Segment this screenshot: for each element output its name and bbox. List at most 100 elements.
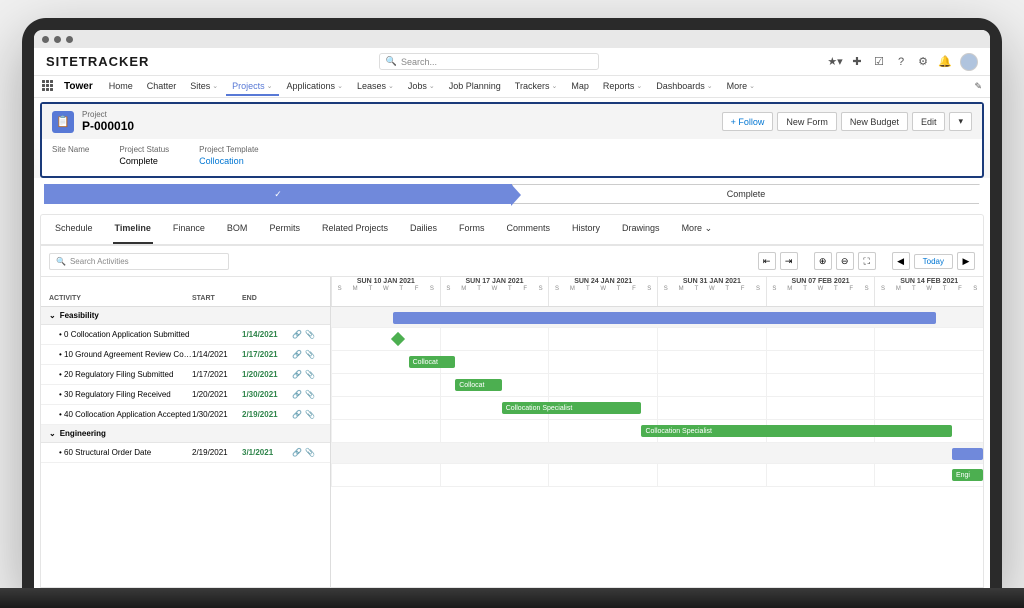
milestone-diamond[interactable] [391,332,405,346]
nav-item-chatter[interactable]: Chatter [141,78,183,96]
zoom-in-icon[interactable]: ⊕ [814,252,832,270]
activity-row[interactable]: • 0 Collocation Application Submitted1/1… [41,325,330,345]
fullscreen-icon[interactable]: ⛶ [858,252,876,270]
max-dot[interactable] [66,36,73,43]
attach-icon[interactable]: 📎 [305,330,315,339]
nav-item-projects[interactable]: Projects⌄ [226,78,278,96]
prev-icon[interactable]: ◀ [892,252,910,270]
activity-row[interactable]: • 10 Ground Agreement Review Complet1/14… [41,345,330,365]
task-icon[interactable]: ☑ [872,55,886,69]
tab-timeline[interactable]: Timeline [113,215,153,244]
link-icon[interactable]: 🔗 [292,350,302,359]
link-icon[interactable]: 🔗 [292,410,302,419]
attach-icon[interactable]: 📎 [305,370,315,379]
nav-item-home[interactable]: Home [103,78,139,96]
attach-icon[interactable]: 📎 [305,410,315,419]
min-dot[interactable] [54,36,61,43]
attach-icon[interactable]: 📎 [305,350,315,359]
tab-forms[interactable]: Forms [457,215,487,244]
stage-done[interactable]: ✓ [44,184,512,204]
nav-item-jobs[interactable]: Jobs⌄ [402,78,441,96]
stage-current[interactable]: Complete [512,184,980,204]
search-icon: 🔍 [56,257,66,266]
collapse-icon[interactable]: ⇤ [758,252,776,270]
help-icon[interactable]: ? [894,55,908,69]
add-icon[interactable]: ✚ [850,55,864,69]
nav-item-leases[interactable]: Leases⌄ [351,78,400,96]
nav-item-more[interactable]: More⌄ [721,78,761,96]
gantt-bar[interactable]: Collocation Specialist [502,402,642,414]
nav-item-trackers[interactable]: Trackers⌄ [509,78,564,96]
tab-comments[interactable]: Comments [505,215,553,244]
notification-icon[interactable]: 🔔 [938,55,952,69]
edit-button[interactable]: Edit [912,112,946,131]
col-start: START [192,295,242,302]
attach-icon[interactable]: 📎 [305,448,315,457]
tab-permits[interactable]: Permits [267,215,302,244]
user-avatar[interactable] [960,53,978,71]
new-budget-button[interactable]: New Budget [841,112,908,131]
gantt-bar[interactable] [952,448,983,460]
more-actions-button[interactable]: ▾ [949,112,972,131]
expand-icon[interactable]: ⇥ [780,252,798,270]
top-bar: SITETRACKER 🔍 Search... ★▾ ✚ ☑ ? ⚙ 🔔 [34,48,990,76]
close-dot[interactable] [42,36,49,43]
tab-finance[interactable]: Finance [171,215,207,244]
gantt-bar[interactable]: Engi [952,469,983,481]
tab-drawings[interactable]: Drawings [620,215,662,244]
activity-row[interactable]: • 40 Collocation Application Accepted1/3… [41,405,330,425]
follow-button[interactable]: + Follow [722,112,774,131]
activity-name: • 30 Regulatory Filing Received [49,390,192,399]
tab-history[interactable]: History [570,215,602,244]
link-icon[interactable]: 🔗 [292,448,302,457]
tab-more[interactable]: More ⌄ [680,215,715,244]
project-icon: 📋 [52,111,74,133]
link-icon[interactable]: 🔗 [292,390,302,399]
nav-item-sites[interactable]: Sites⌄ [184,78,224,96]
gantt-bar[interactable]: Collocat [455,379,502,391]
gantt-bar[interactable] [393,312,936,324]
today-button[interactable]: Today [914,254,953,269]
activity-row[interactable]: • 60 Structural Order Date2/19/20213/1/2… [41,443,330,463]
gantt-row: Collocat [331,374,983,397]
attach-icon[interactable]: 📎 [305,390,315,399]
col-activity: ACTIVITY [49,295,192,302]
group-feasibility[interactable]: ⌄ Feasibility [41,307,330,325]
activity-row[interactable]: • 20 Regulatory Filing Submitted1/17/202… [41,365,330,385]
app-launcher-icon[interactable] [42,80,56,94]
zoom-out-icon[interactable]: ⊖ [836,252,854,270]
gantt-bar[interactable]: Collocat [409,356,456,368]
link-icon[interactable]: 🔗 [292,330,302,339]
end-date: 1/20/2021 [242,370,292,379]
logo: SITETRACKER [46,54,149,69]
activity-row[interactable]: • 30 Regulatory Filing Received1/20/2021… [41,385,330,405]
nav-item-job-planning[interactable]: Job Planning [443,78,507,96]
link-icon[interactable]: 🔗 [292,370,302,379]
nav-item-map[interactable]: Map [565,78,595,96]
gantt-bar[interactable]: Collocation Specialist [641,425,951,437]
tab-schedule[interactable]: Schedule [53,215,95,244]
site-name-label: Site Name [52,145,89,154]
start-date: 1/20/2021 [192,390,242,399]
nav-item-applications[interactable]: Applications⌄ [281,78,349,96]
tab-related-projects[interactable]: Related Projects [320,215,390,244]
new-form-button[interactable]: New Form [777,112,837,131]
search-activities-placeholder: Search Activities [70,257,129,266]
activity-name: • 10 Ground Agreement Review Complet [49,350,192,359]
search-placeholder: Search... [401,57,437,67]
window-titlebar [34,30,990,48]
favorite-icon[interactable]: ★▾ [828,55,842,69]
template-value[interactable]: Collocation [199,156,258,166]
week-header: SUN 14 FEB 2021SMTWTFS [874,277,983,306]
edit-nav-icon[interactable]: ✎ [974,81,982,92]
tab-dailies[interactable]: Dailies [408,215,439,244]
search-activities-input[interactable]: 🔍 Search Activities [49,253,229,270]
nav-item-reports[interactable]: Reports⌄ [597,78,648,96]
nav-item-dashboards[interactable]: Dashboards⌄ [650,78,718,96]
group-engineering[interactable]: ⌄ Engineering [41,425,330,443]
tab-bom[interactable]: BOM [225,215,250,244]
gantt-row: Engi [331,464,983,487]
global-search-input[interactable]: 🔍 Search... [379,53,599,70]
next-icon[interactable]: ▶ [957,252,975,270]
settings-icon[interactable]: ⚙ [916,55,930,69]
